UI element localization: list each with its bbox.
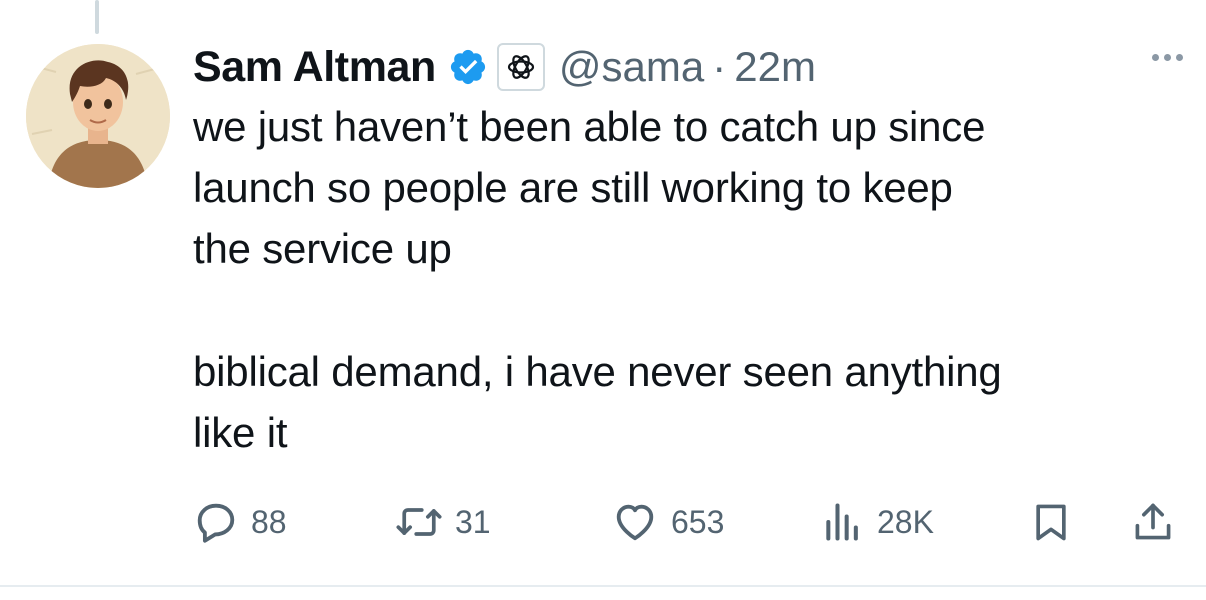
reply-count: 88 xyxy=(251,503,287,540)
reply-icon xyxy=(197,503,235,543)
share-button[interactable] xyxy=(1131,494,1175,550)
author-name[interactable]: Sam Altman xyxy=(193,43,436,92)
timestamp[interactable]: 22m xyxy=(734,43,816,91)
views-count: 28K xyxy=(877,503,934,540)
like-count: 653 xyxy=(671,503,725,540)
avatar[interactable] xyxy=(26,44,170,188)
more-icon[interactable] xyxy=(1152,54,1183,61)
verified-badge-icon[interactable] xyxy=(448,47,488,87)
tweet-content: Sam Altman @sama · 22m we just haven’t b… xyxy=(193,38,1183,463)
author-handle[interactable]: @sama xyxy=(559,43,704,91)
share-icon xyxy=(1135,503,1171,540)
tweet-header: Sam Altman @sama · 22m xyxy=(193,38,1183,96)
more-dot xyxy=(1176,54,1183,61)
like-button[interactable]: 653 xyxy=(611,494,724,550)
separator-dot: · xyxy=(712,43,727,90)
repost-button[interactable]: 31 xyxy=(395,494,491,550)
tweet-text-line: the service up xyxy=(193,225,452,272)
divider xyxy=(0,585,1206,587)
more-dot xyxy=(1152,54,1159,61)
tweet-text: we just haven’t been able to catch up si… xyxy=(193,96,1183,463)
tweet-text-line: launch so people are still working to ke… xyxy=(193,164,953,211)
tweet-text-line: we just haven’t been able to catch up si… xyxy=(193,103,986,150)
repost-icon xyxy=(396,508,442,536)
tweet-text-line: biblical demand, i have never seen anyth… xyxy=(193,348,1002,395)
views-icon xyxy=(826,503,858,541)
heart-icon xyxy=(616,504,654,541)
bookmark-button[interactable] xyxy=(1029,494,1073,550)
more-dot xyxy=(1164,54,1171,61)
bookmark-icon xyxy=(1036,504,1066,541)
avatar-illustration xyxy=(26,44,170,188)
thread-connector-line xyxy=(95,0,99,34)
reply-button[interactable]: 88 xyxy=(193,494,287,550)
tweet-text-line: like it xyxy=(193,409,288,456)
views-button[interactable]: 28K xyxy=(821,494,934,550)
tweet-actions: 88 31 653 28K xyxy=(193,494,1178,550)
openai-logo-icon[interactable] xyxy=(496,43,545,91)
repost-count: 31 xyxy=(455,503,491,540)
